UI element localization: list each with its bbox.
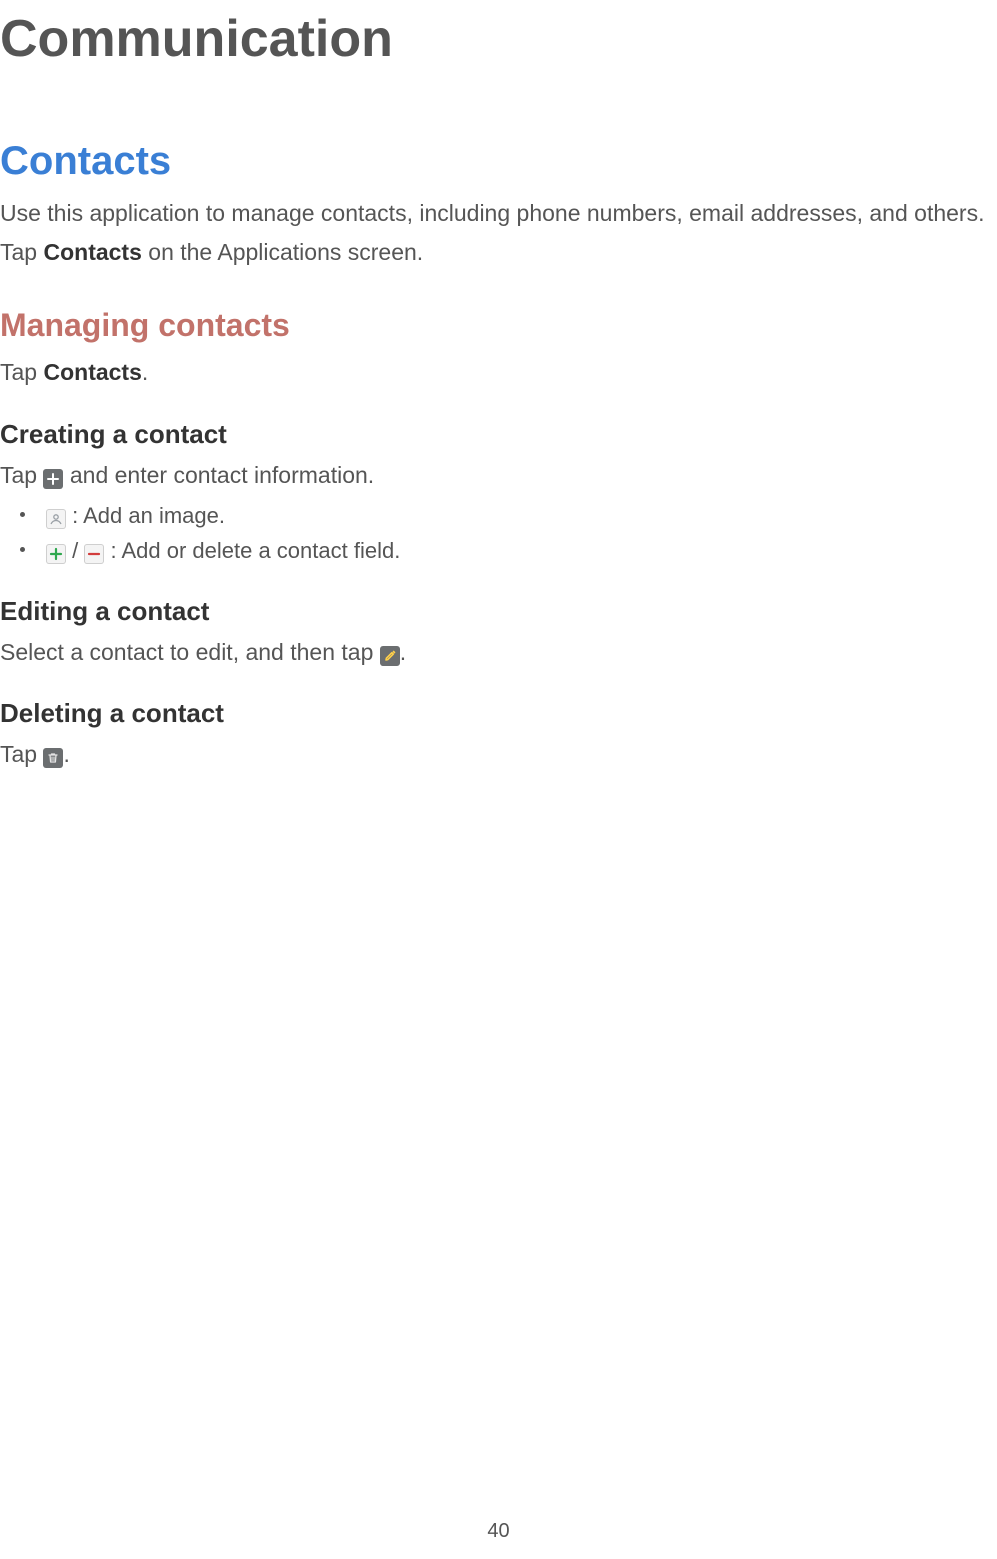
text-fragment: / (66, 538, 84, 563)
text-fragment: Tap (0, 359, 43, 385)
text-fragment: . (63, 741, 69, 767)
sub-sub-title-editing: Editing a contact (0, 594, 997, 629)
sub-sub-title-deleting: Deleting a contact (0, 696, 997, 731)
list-item: : Add an image. (46, 501, 997, 531)
image-placeholder-icon (46, 509, 66, 529)
plus-green-icon (46, 544, 66, 564)
editing-line: Select a contact to edit, and then tap . (0, 637, 997, 668)
minus-red-icon (84, 544, 104, 564)
page-number: 40 (0, 1518, 997, 1545)
sub-sub-title-creating: Creating a contact (0, 417, 997, 452)
plus-dark-icon (43, 469, 63, 489)
text-fragment: : Add an image. (66, 503, 225, 528)
page: Communication Contacts Use this applicat… (0, 0, 997, 1559)
section-title-contacts: Contacts (0, 134, 997, 188)
section-intro: Use this application to manage contacts,… (0, 198, 997, 229)
creating-line: Tap and enter contact information. (0, 460, 997, 491)
text-fragment: Select a contact to edit, and then tap (0, 639, 380, 665)
strong-contacts: Contacts (43, 359, 141, 385)
list-item: / : Add or delete a contact field. (46, 536, 997, 566)
creating-bullets: : Add an image. / : Add or delete a cont… (0, 501, 997, 566)
section-tap-line: Tap Contacts on the Applications screen. (0, 237, 997, 268)
text-fragment: and enter contact information. (63, 462, 374, 488)
managing-tap-line: Tap Contacts. (0, 357, 997, 388)
deleting-line: Tap . (0, 739, 997, 770)
trash-icon (43, 748, 63, 768)
text-fragment: : Add or delete a contact field. (104, 538, 400, 563)
text-fragment: . (142, 359, 148, 385)
text-fragment: on the Applications screen. (142, 239, 423, 265)
text-fragment: Tap (0, 741, 43, 767)
edit-pencil-icon (380, 646, 400, 666)
sub-title-managing: Managing contacts (0, 304, 997, 347)
chapter-title: Communication (0, 0, 997, 74)
strong-contacts: Contacts (43, 239, 141, 265)
text-fragment: . (400, 639, 406, 665)
text-fragment: Tap (0, 462, 43, 488)
text-fragment: Tap (0, 239, 43, 265)
